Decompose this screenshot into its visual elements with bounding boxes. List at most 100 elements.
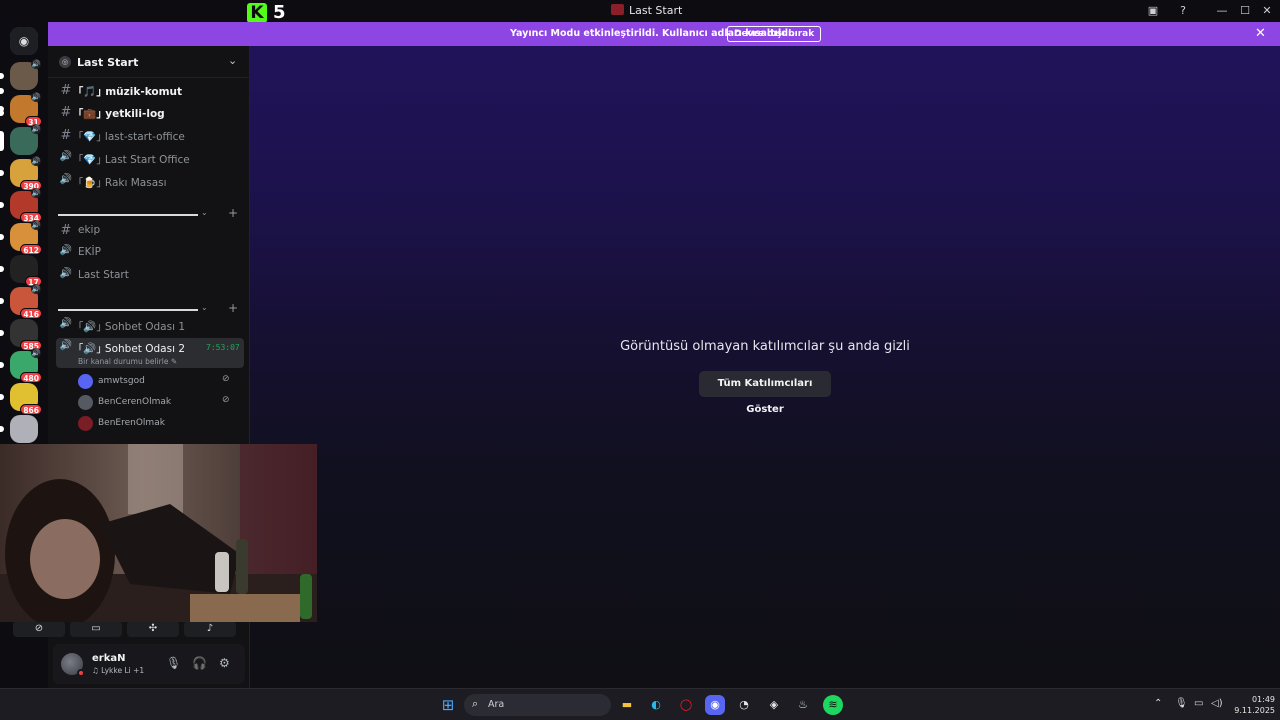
voice-user-name: BenErenOlmak bbox=[98, 418, 165, 428]
muted-mic-icon: ⊘ bbox=[222, 374, 230, 384]
mention-badge: 612 bbox=[20, 244, 42, 255]
server-icon-7[interactable]: 17 bbox=[10, 255, 42, 287]
hashtag-icon: # bbox=[60, 105, 72, 120]
server-icon-4[interactable]: 🔊 390 bbox=[10, 156, 42, 191]
avatar bbox=[78, 416, 93, 431]
activities-button[interactable]: ✣ bbox=[127, 621, 179, 637]
file-explorer-icon[interactable]: ▬ bbox=[617, 695, 637, 715]
settings-gear-icon[interactable]: ⚙ bbox=[219, 656, 230, 670]
server-icon-9[interactable]: 585 bbox=[10, 319, 42, 351]
discord-taskbar-icon[interactable]: ◉ bbox=[705, 695, 725, 715]
server-icon-10[interactable]: 🔊 480 bbox=[10, 348, 42, 383]
server-icon-5[interactable]: 🔊 334 bbox=[10, 188, 42, 223]
category-header[interactable]: ⌄ + bbox=[58, 301, 244, 316]
category-name-redacted bbox=[58, 309, 198, 311]
text-channel[interactable]: # ｢💼｣ yetkili-log bbox=[56, 103, 244, 123]
network-app-icon[interactable]: ◈ bbox=[764, 695, 784, 715]
server-header[interactable]: ◎ Last Start ⌄ bbox=[48, 46, 249, 78]
speaker-icon: 🔊 bbox=[59, 151, 73, 162]
mention-badge: 866 bbox=[20, 404, 42, 415]
clock-time: 01:49 bbox=[1251, 695, 1275, 704]
server-icon-2[interactable]: 🔊 31 bbox=[10, 92, 42, 127]
clock-date: 9.11.2025 bbox=[1234, 706, 1275, 715]
voice-user[interactable]: BenCerenOlmak ⊘ bbox=[76, 393, 244, 413]
minimize-button[interactable]: — bbox=[1214, 3, 1230, 19]
voice-user-name: BenCerenOlmak bbox=[98, 397, 172, 407]
speaker-icon: 🔊 bbox=[59, 174, 73, 185]
channel-name: ｢💎｣ last-start-office bbox=[78, 131, 185, 143]
hashtag-icon: # bbox=[60, 128, 72, 143]
server-icon-12[interactable] bbox=[10, 415, 38, 443]
show-all-participants-button[interactable]: Tüm Katılımcıları Göster bbox=[699, 371, 831, 415]
server-icon-8[interactable]: 🔊 416 bbox=[10, 284, 42, 319]
discord-home-button[interactable]: ◉ bbox=[10, 27, 38, 55]
status-dot bbox=[77, 669, 85, 677]
tray-display-icon[interactable]: ▭ bbox=[1194, 698, 1203, 709]
edge-icon[interactable]: ◐ bbox=[646, 695, 666, 715]
text-channel[interactable]: # ekip bbox=[56, 221, 244, 241]
kick-logo-icon: K bbox=[247, 3, 267, 23]
speaker-icon: 🔊 bbox=[31, 92, 41, 102]
server-avatar bbox=[10, 415, 38, 443]
avatar bbox=[78, 395, 93, 410]
webcam-preview[interactable] bbox=[0, 444, 317, 622]
channel-name: ｢🔊｣ Sohbet Odası 1 bbox=[78, 321, 186, 333]
soundboard-button[interactable]: ♪ bbox=[184, 621, 236, 637]
server-icon-11[interactable]: 866 bbox=[10, 383, 42, 415]
tray-microphone-icon[interactable]: 🎙 bbox=[1175, 698, 1188, 709]
text-channel[interactable]: # ｢💎｣ last-start-office bbox=[56, 126, 244, 146]
speaker-icon: 🔊 bbox=[31, 124, 41, 134]
app-taskbar-icon[interactable]: ◔ bbox=[734, 695, 754, 715]
speaker-icon: 🔊 bbox=[31, 188, 41, 198]
server-icon-3[interactable]: 🔊 bbox=[10, 124, 41, 155]
microphone-icon[interactable]: 🎙 bbox=[166, 656, 181, 670]
channel-name: EKİP bbox=[78, 246, 101, 258]
text-channel[interactable]: # ｢🎵｣ müzik-komut bbox=[56, 81, 244, 101]
close-banner-icon[interactable]: ✕ bbox=[1255, 26, 1266, 41]
voice-user[interactable]: amwtsgod ⊘ bbox=[76, 372, 244, 392]
kick-count: 5 bbox=[273, 2, 286, 23]
category-header[interactable]: ⌄ + bbox=[58, 206, 244, 221]
voice-channel[interactable]: 🔊 ｢🔊｣ Sohbet Odası 1 bbox=[56, 316, 244, 336]
screen-share-button[interactable]: ▭ bbox=[70, 621, 122, 637]
voice-channel[interactable]: 🔊 ｢🍺｣ Rakı Masası bbox=[56, 172, 244, 192]
headphones-icon[interactable]: 🎧 bbox=[192, 656, 207, 670]
help-icon[interactable]: ? bbox=[1175, 3, 1191, 19]
taskbar-search[interactable]: ⌕ Ara bbox=[464, 694, 611, 716]
voice-channel[interactable]: 🔊 ｢🔊｣ Sohbet Odası 2 7:53:07 Bir kanal duru… bbox=[56, 338, 244, 368]
disable-streamer-mode-button[interactable]: Devre dışı bırak bbox=[727, 26, 822, 42]
inbox-icon[interactable]: ▣ bbox=[1145, 3, 1161, 19]
add-channel-icon[interactable]: + bbox=[228, 301, 238, 315]
speaker-icon: 🔊 bbox=[31, 284, 41, 294]
call-timer: 7:53:07 bbox=[206, 343, 240, 352]
speaker-icon: 🔊 bbox=[59, 340, 73, 351]
mention-badge: 480 bbox=[20, 372, 42, 383]
start-icon[interactable]: ⊞ bbox=[438, 695, 458, 715]
channel-status[interactable]: Bir kanal durumu belirle ✎ bbox=[78, 357, 177, 366]
voice-channel[interactable]: 🔊 ｢💎｣ Last Start Office bbox=[56, 149, 244, 169]
channel-name: Last Start bbox=[78, 269, 129, 281]
server-icon-1[interactable]: 🔊 bbox=[10, 59, 41, 90]
channel-name: ｢💎｣ Last Start Office bbox=[78, 154, 190, 166]
camera-off-button[interactable]: ⊘ bbox=[13, 621, 65, 637]
maximize-button[interactable]: ☐ bbox=[1237, 3, 1253, 19]
add-channel-icon[interactable]: + bbox=[228, 206, 238, 220]
tray-chevron-icon[interactable]: ⌃ bbox=[1154, 698, 1162, 709]
voice-channel[interactable]: 🔊 EKİP bbox=[56, 243, 244, 263]
voice-user[interactable]: BenErenOlmak bbox=[76, 414, 244, 434]
voice-user-name: amwtsgod bbox=[98, 376, 145, 386]
window-title: Last Start bbox=[629, 4, 683, 17]
steam-icon[interactable]: ♨ bbox=[793, 695, 813, 715]
speaker-icon: 🔊 bbox=[31, 220, 41, 230]
mention-badge: 416 bbox=[20, 308, 42, 319]
opera-icon[interactable]: ◯ bbox=[676, 695, 696, 715]
close-window-button[interactable]: ✕ bbox=[1259, 3, 1275, 19]
server-icon-6[interactable]: 🔊 612 bbox=[10, 220, 42, 255]
tray-volume-icon[interactable]: ◁) bbox=[1211, 698, 1223, 709]
chevron-down-icon: ⌄ bbox=[228, 54, 238, 67]
spotify-icon[interactable]: ≋ bbox=[823, 695, 843, 715]
voice-channel[interactable]: 🔊 Last Start bbox=[56, 266, 244, 286]
muted-mic-icon: ⊘ bbox=[222, 395, 230, 405]
system-clock[interactable]: 01:49 9.11.2025 bbox=[1223, 694, 1275, 716]
username: erkaN bbox=[92, 653, 126, 664]
